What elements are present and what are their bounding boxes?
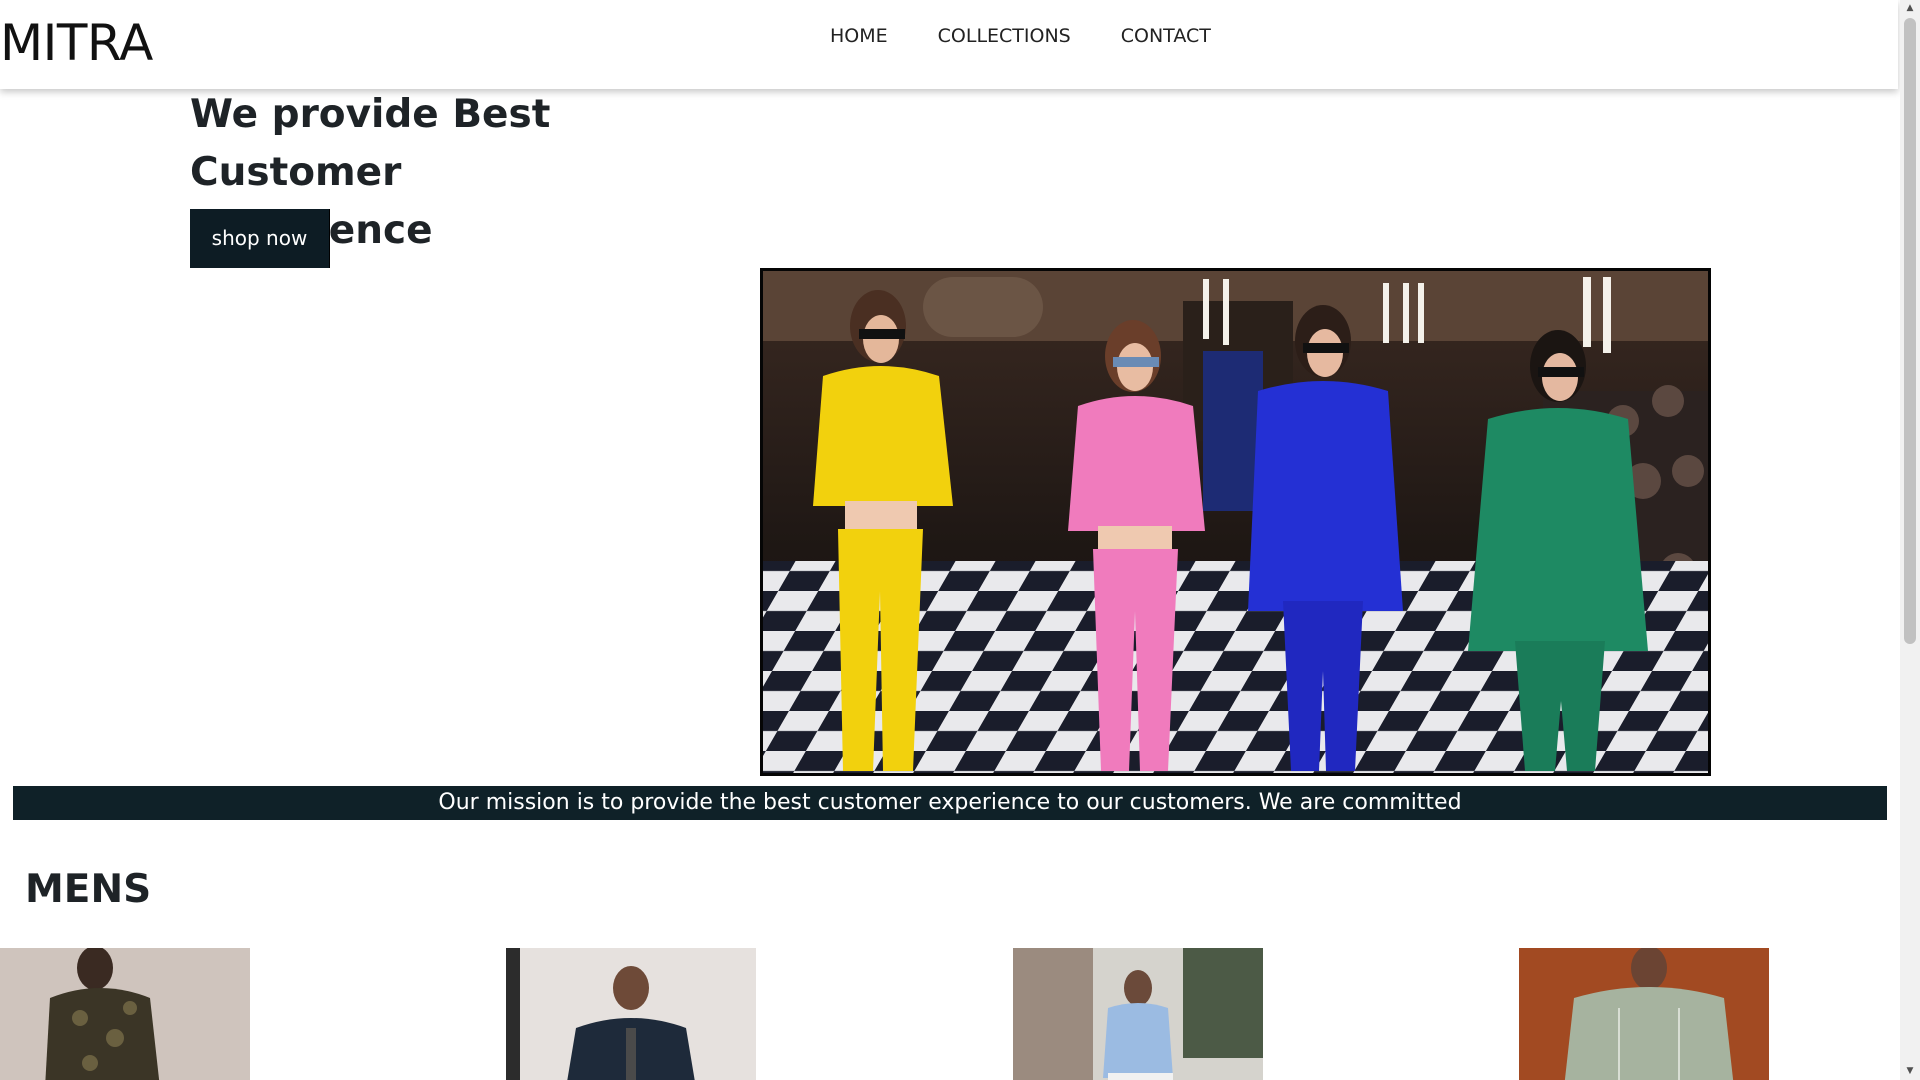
mens-product-image-2[interactable]: [506, 948, 756, 1080]
nav-collections-link[interactable]: COLLECTIONS: [938, 24, 1071, 48]
mens-section-title: MENS: [25, 867, 152, 912]
nav-home-link[interactable]: HOME: [830, 24, 888, 48]
scrollbar-thumb[interactable]: [1904, 18, 1916, 644]
page: MITRA HOME COLLECTIONS CONTACT We provid…: [0, 0, 1900, 1080]
brand-logo[interactable]: MITRA: [0, 14, 153, 72]
mens-product-image-3[interactable]: [1013, 948, 1263, 1080]
site-header: MITRA HOME COLLECTIONS CONTACT: [0, 0, 1898, 89]
scroll-up-arrow-icon[interactable]: ▲: [1900, 0, 1920, 17]
mission-banner: Our mission is to provide the best custo…: [13, 786, 1887, 820]
mens-product-image-4[interactable]: [1519, 948, 1769, 1080]
main-nav: HOME COLLECTIONS CONTACT: [830, 24, 1261, 48]
nav-contact-link[interactable]: CONTACT: [1121, 24, 1211, 48]
hero-title-line-1: We provide Best: [190, 92, 551, 137]
shop-now-button[interactable]: shop now: [190, 209, 330, 268]
vertical-scrollbar[interactable]: ▲ ▼: [1900, 0, 1920, 1080]
scroll-down-arrow-icon[interactable]: ▼: [1900, 1063, 1920, 1080]
hero-runway-image: [760, 268, 1711, 776]
mens-product-image-1[interactable]: [0, 948, 250, 1080]
